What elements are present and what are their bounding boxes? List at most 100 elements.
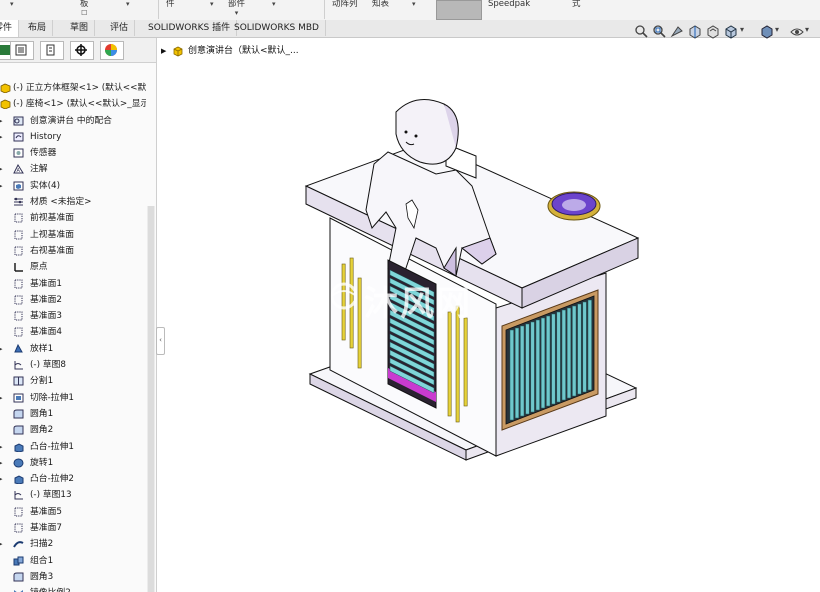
tab-solidworks-addins[interactable]: SOLIDWORKS 插件	[142, 20, 238, 36]
slat	[577, 303, 582, 395]
tree-item[interactable]: 前视基准面	[0, 210, 146, 226]
tree-item[interactable]: 圆角3	[0, 569, 146, 585]
tree-item[interactable]: 右视基准面	[0, 243, 146, 259]
slat	[525, 323, 530, 415]
tree-item[interactable]: ▸ 放样1	[0, 341, 146, 357]
ribbon-preview-swatch[interactable]	[436, 0, 482, 20]
slat	[566, 307, 572, 399]
zoom-to-fit-icon[interactable]	[634, 24, 648, 40]
dropdown-arrow-icon[interactable]: ▾	[805, 25, 809, 34]
tab-part[interactable]: 零件	[0, 20, 20, 37]
ribbon-item[interactable]: 式	[572, 0, 581, 9]
panel-collapse-handle[interactable]: ‹	[156, 327, 165, 355]
scrollbar-thumb[interactable]	[148, 206, 154, 592]
slat	[551, 313, 556, 405]
dropdown-arrow-icon[interactable]: ▾	[740, 25, 744, 34]
dynamic-annotation-icon[interactable]	[706, 24, 720, 40]
tree-item[interactable]: 组合1	[0, 553, 146, 569]
expand-arrow-icon[interactable]: ▸	[0, 341, 5, 357]
tree-item[interactable]: 上视基准面	[0, 227, 146, 243]
tree-item[interactable]: 圆角1	[0, 406, 146, 422]
slat	[546, 315, 551, 407]
display-style-icon[interactable]	[760, 24, 774, 40]
tree-item[interactable]: 基准面2	[0, 292, 146, 308]
property-list-icon	[15, 44, 27, 56]
tree-scrollbar[interactable]	[147, 206, 155, 592]
expand-arrow-icon[interactable]: ▸	[0, 536, 5, 552]
ribbon-item[interactable]: ▾	[210, 0, 214, 9]
split-icon	[13, 376, 24, 386]
boss-extrude-icon	[14, 475, 24, 485]
tree-item[interactable]: ▸ 切除-拉伸1	[0, 390, 146, 406]
dropdown-arrow-icon[interactable]: ▾	[775, 25, 779, 34]
hide-show-items-icon[interactable]	[790, 24, 804, 40]
section-view-icon[interactable]	[688, 24, 702, 40]
ribbon-item[interactable]: ▾	[272, 0, 276, 9]
tree-item-component[interactable]: (-) 正立方体框架<1> (默认<<默认	[0, 80, 146, 96]
tab-layout[interactable]: 布局	[22, 20, 54, 36]
tree-item[interactable]: 基准面4	[0, 324, 146, 340]
tree-item[interactable]: ▸ History	[0, 129, 146, 145]
tree-item[interactable]: 材质 <未指定>	[0, 194, 146, 210]
dimxpert-tab[interactable]	[70, 41, 94, 60]
tree-item[interactable]: 原点	[0, 259, 146, 275]
tree-item[interactable]: 镜像比例2	[0, 585, 146, 592]
tree-item[interactable]: ▸ 旋转1	[0, 455, 146, 471]
expand-arrow-icon: ▶	[161, 47, 167, 55]
plane-icon	[14, 523, 23, 533]
speedpak-button[interactable]: Speedpak	[488, 0, 530, 9]
expand-arrow-icon[interactable]: ▸	[0, 178, 5, 194]
tab-solidworks-mbd[interactable]: SOLIDWORKS MBD	[228, 20, 326, 36]
tab-evaluate[interactable]: 评估	[104, 20, 136, 36]
ribbon-item[interactable]: 知表	[372, 0, 389, 9]
ribbon-item[interactable]: 动阵列	[332, 0, 358, 9]
tree-item[interactable]: ▸ 凸台-拉伸1	[0, 439, 146, 455]
expand-arrow-icon[interactable]: ▸	[0, 129, 5, 145]
yellow-rod	[463, 317, 468, 407]
display-manager-tab[interactable]	[100, 41, 124, 60]
previous-view-icon[interactable]	[670, 24, 684, 40]
ribbon-item[interactable]: 部件 ▾	[228, 0, 245, 18]
tree-item[interactable]: 基准面3	[0, 308, 146, 324]
tree-item[interactable]: 传感器	[0, 145, 146, 161]
ribbon-item[interactable]: ▾	[126, 0, 130, 9]
zoom-to-area-icon[interactable]	[652, 24, 666, 40]
tree-item[interactable]: 基准面1	[0, 276, 146, 292]
tree-item[interactable]: 基准面5	[0, 504, 146, 520]
revolve-icon	[13, 458, 24, 468]
tree-item[interactable]: (-) 草图13	[0, 487, 146, 503]
configuration-manager-tab[interactable]	[40, 41, 64, 60]
tree-item[interactable]: ▸ 实体(4)	[0, 178, 146, 194]
tree-item[interactable]: ▸ 创意演讲台 中的配合	[0, 113, 146, 129]
appearance-pie-icon	[105, 44, 117, 56]
property-manager-tab[interactable]	[10, 41, 34, 60]
plane-icon	[14, 213, 23, 223]
tree-item[interactable]: ▸ A 注解	[0, 161, 146, 177]
ribbon-item[interactable]: ▾	[412, 0, 416, 9]
tree-item-component[interactable]: (-) 座椅<1> (默认<<默认>_显示	[0, 96, 146, 112]
tree-item[interactable]: 圆角2	[0, 422, 146, 438]
ribbon-item[interactable]: 板 ☐	[80, 0, 89, 18]
expand-arrow-icon[interactable]: ▸	[0, 439, 5, 455]
tree-item[interactable]: 分割1	[0, 373, 146, 389]
feature-tree: (-) 正立方体框架<1> (默认<<默认 (-) 座椅<1> (默认<<默认>_…	[0, 80, 146, 592]
breadcrumb-text: 创意演讲台（默认<默认_...	[188, 46, 299, 56]
solid-bodies-icon	[13, 181, 24, 191]
tree-item[interactable]: ▸ 扫描2	[0, 536, 146, 552]
sketch-icon	[14, 361, 23, 370]
expand-arrow-icon[interactable]: ▸	[0, 390, 5, 406]
plane-icon	[14, 295, 23, 305]
expand-arrow-icon[interactable]: ▸	[0, 471, 5, 487]
slat	[540, 317, 546, 409]
expand-arrow-icon[interactable]: ▸	[0, 161, 5, 177]
expand-arrow-icon[interactable]: ▸	[0, 113, 5, 129]
tree-item[interactable]: ▸ 凸台-拉伸2	[0, 471, 146, 487]
view-orientation-icon[interactable]	[724, 24, 738, 40]
tree-item[interactable]: (-) 草图8	[0, 357, 146, 373]
part-icon	[0, 99, 11, 110]
ribbon-item[interactable]: ▾	[10, 0, 14, 9]
ribbon-item[interactable]: 件	[166, 0, 175, 9]
tab-sketch[interactable]: 草图	[64, 20, 96, 36]
tree-item[interactable]: 基准面7	[0, 520, 146, 536]
expand-arrow-icon[interactable]: ▸	[0, 455, 5, 471]
